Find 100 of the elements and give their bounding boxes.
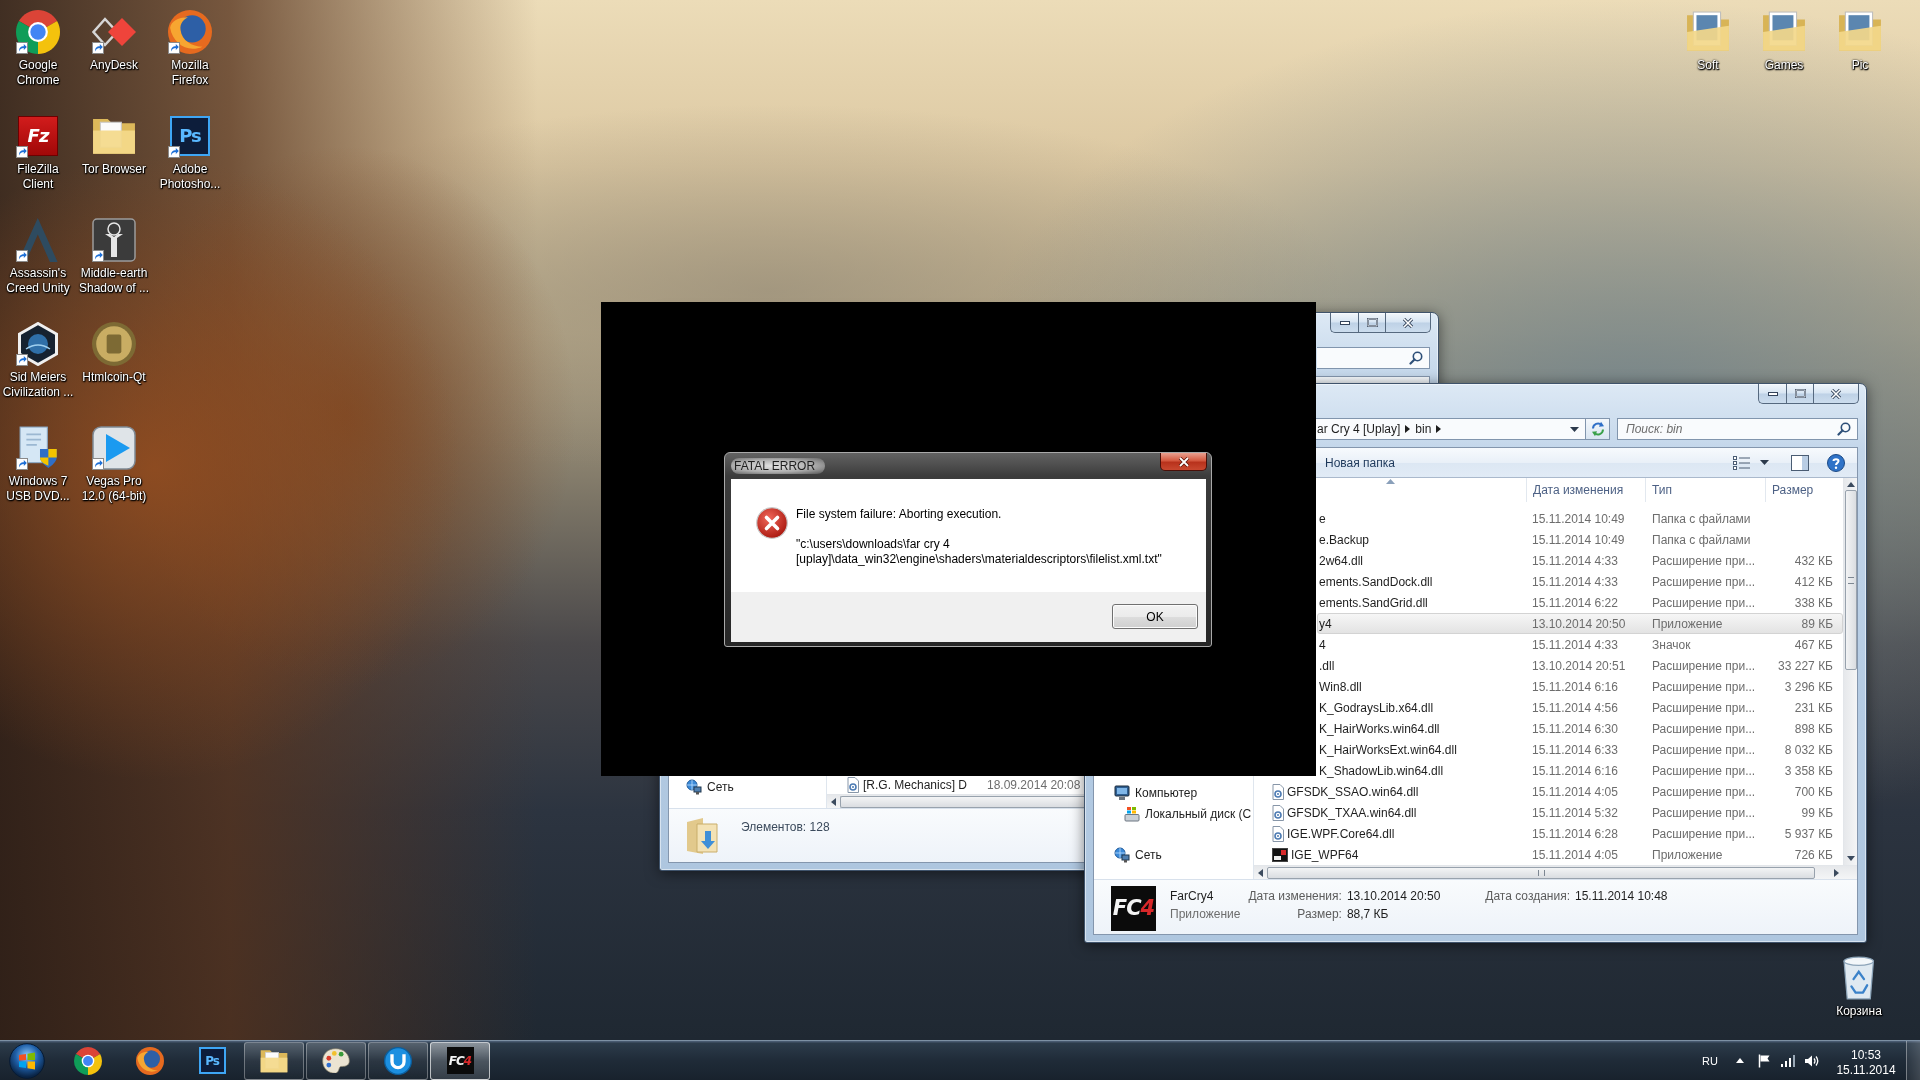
file-row[interactable]: .dll 13.10.2014 20:51 Расширение при... 33 227 КБ [1317,655,1843,676]
search-field[interactable]: Поиск: bin [1617,418,1858,440]
ok-button[interactable]: OK [1112,604,1198,629]
file-row[interactable]: IGE.WPF.Core64.dll 15.11.2014 6:28 Расширение при... 5 937 КБ [1254,823,1843,844]
breadcrumb[interactable]: ar Cry 4 [Uplay] [1317,422,1401,436]
scroll-down-icon[interactable] [1846,856,1855,861]
nav-item[interactable]: Сеть [686,776,826,797]
picture-folder-icon[interactable] [1838,11,1882,53]
scroll-left-icon[interactable] [1258,868,1263,877]
icon-label[interactable]: AnyDesk [90,58,138,73]
icon-label[interactable]: Google Chrome [1,58,75,88]
play-tile-icon[interactable] [92,426,136,470]
icon-label[interactable]: Mozilla Firefox [153,58,227,88]
vertical-scrollbar[interactable] [1843,478,1857,865]
preview-pane-icon[interactable] [1791,454,1809,471]
file-row[interactable]: y4 13.10.2014 20:50 Приложение 89 КБ [1317,613,1843,634]
minimize-button[interactable] [1758,384,1786,404]
up-caret-icon[interactable] [1736,1058,1744,1063]
close-button[interactable] [1160,453,1207,471]
shield-document-icon[interactable] [18,426,58,470]
nav-item[interactable]: Сеть [1114,844,1253,865]
maximize-button[interactable] [1786,384,1813,404]
taskbar-button[interactable] [306,1041,366,1080]
icon-label[interactable]: Htmlcoin-Qt [82,370,146,385]
address-field[interactable]: ar Cry 4 [Uplay] bin [1315,418,1585,440]
language-indicator[interactable]: RU [1700,1054,1720,1067]
file-row[interactable]: GFSDK_SSAO.win64.dll 15.11.2014 4:05 Расширение при... 700 КБ [1254,781,1843,802]
scrollbar-thumb[interactable] [1844,490,1857,670]
file-row[interactable]: K_ShadowLib.win64.dll 15.11.2014 6:16 Расширение при... 3 358 КБ [1317,760,1843,781]
picture-folder-icon[interactable] [1762,11,1806,53]
file-row[interactable]: K_HairWorksExt.win64.dll 15.11.2014 6:33 Расширение при... 8 032 КБ [1317,739,1843,760]
nav-item[interactable]: Компьютер [1114,782,1253,803]
file-row[interactable]: [R.G. Mechanics] D 18.09.2014 20:08 [827,775,1081,794]
column-header[interactable]: Тип [1645,478,1765,502]
icon-label[interactable]: Windows 7 USB DVD... [1,474,75,504]
file-row[interactable]: e.Backup 15.11.2014 10:49 Папка с файлами [1317,529,1843,550]
minimize-button[interactable] [1330,313,1358,333]
speaker-icon[interactable] [1804,1053,1820,1068]
maximize-button[interactable] [1358,313,1385,333]
picture-folder-icon[interactable] [1686,11,1730,53]
refresh-button[interactable] [1585,418,1610,440]
taskbar-button[interactable]: FC4 [430,1041,490,1080]
icon-label[interactable]: Assassin's Creed Unity [1,266,75,296]
file-row[interactable]: K_GodraysLib.x64.dll 15.11.2014 4:56 Расширение при... 231 КБ [1317,697,1843,718]
emblem-tile-icon[interactable] [92,218,136,262]
taskbar-button[interactable]: Ps [182,1041,242,1080]
icon-label[interactable]: Adobe Photosho... [153,162,227,192]
file-row[interactable]: ements.SandGrid.dll 15.11.2014 6:22 Расширение при... 338 КБ [1317,592,1843,613]
chrome-icon[interactable] [16,10,60,54]
file-row[interactable]: GFSDK_TXAA.win64.dll 15.11.2014 5:32 Расширение при... 99 КБ [1254,802,1843,823]
close-button[interactable] [1813,384,1859,404]
list-view-icon[interactable] [1733,455,1750,470]
help-icon[interactable] [1827,453,1845,472]
flag-icon[interactable] [1758,1053,1770,1068]
file-type: Расширение при... [1652,805,1756,820]
file-type: Приложение [1652,616,1723,631]
horizontal-scrollbar[interactable] [1254,865,1857,879]
photoshop-logo[interactable]: Ps [170,116,210,156]
taskbar-button[interactable] [368,1041,428,1080]
toolbar-button[interactable]: Новая папка [1317,451,1403,474]
dropdown-caret-icon[interactable] [1570,426,1579,432]
diamond-icon[interactable] [92,17,136,47]
search-icon[interactable] [1409,351,1423,365]
icon-label[interactable]: Vegas Pro 12.0 (64-bit) [77,474,151,504]
filezilla-logo[interactable]: Fz [18,116,58,156]
search-icon[interactable] [1837,422,1851,436]
file-row[interactable]: ements.SandDock.dll 15.11.2014 4:33 Расширение при... 412 КБ [1317,571,1843,592]
icon-label[interactable]: Корзина [1836,1004,1882,1019]
clock-date[interactable]: 15.11.2014 [1836,1063,1896,1078]
breadcrumb-arrow-icon[interactable] [1405,425,1411,433]
file-row[interactable]: K_HairWorks.win64.dll 15.11.2014 6:30 Расширение при... 898 КБ [1317,718,1843,739]
show-desktop-button[interactable] [1906,1041,1920,1080]
coin-icon[interactable] [92,322,136,366]
firefox-icon[interactable] [168,10,212,54]
nav-item[interactable]: Локальный диск (C [1124,803,1253,824]
search-field[interactable] [1317,347,1430,369]
scroll-right-icon[interactable] [1834,868,1839,877]
clock-time[interactable]: 10:53 [1851,1048,1881,1063]
icon-label[interactable]: FileZilla Client [1,162,75,192]
recycle-bin-icon[interactable] [1842,956,1876,1000]
file-row[interactable]: 2w64.dll 15.11.2014 4:33 Расширение при... 432 КБ [1317,550,1843,571]
close-button[interactable] [1385,313,1431,333]
view-menu-caret-icon[interactable] [1760,460,1769,465]
file-row[interactable]: e 15.11.2014 10:49 Папка с файлами [1317,508,1843,529]
breadcrumb-arrow-icon[interactable] [1436,425,1442,433]
icon-label[interactable]: Tor Browser [82,162,146,177]
file-row[interactable]: 4 15.11.2014 4:33 Значок 467 КБ [1317,634,1843,655]
taskbar-button[interactable] [244,1041,304,1080]
signal-icon[interactable] [1781,1054,1795,1067]
scroll-up-icon[interactable] [1846,482,1855,487]
scrollbar-thumb[interactable] [1267,866,1815,879]
column-header[interactable]: Дата изменения [1526,478,1645,502]
file-row[interactable]: IGE_WPF64 15.11.2014 4:05 Приложение 726 КБ [1254,844,1843,865]
folder-icon[interactable] [92,117,136,155]
file-row[interactable]: Win8.dll 15.11.2014 6:16 Расширение при... 3 296 КБ [1317,676,1843,697]
breadcrumb[interactable]: bin [1415,422,1432,436]
icon-label[interactable]: Middle-earth Shadow of ... [77,266,151,296]
icon-label[interactable]: Sid Meiers Civilization ... [1,370,75,400]
hexagon-emblem-icon[interactable] [17,322,59,366]
scroll-left-icon[interactable] [831,797,836,806]
